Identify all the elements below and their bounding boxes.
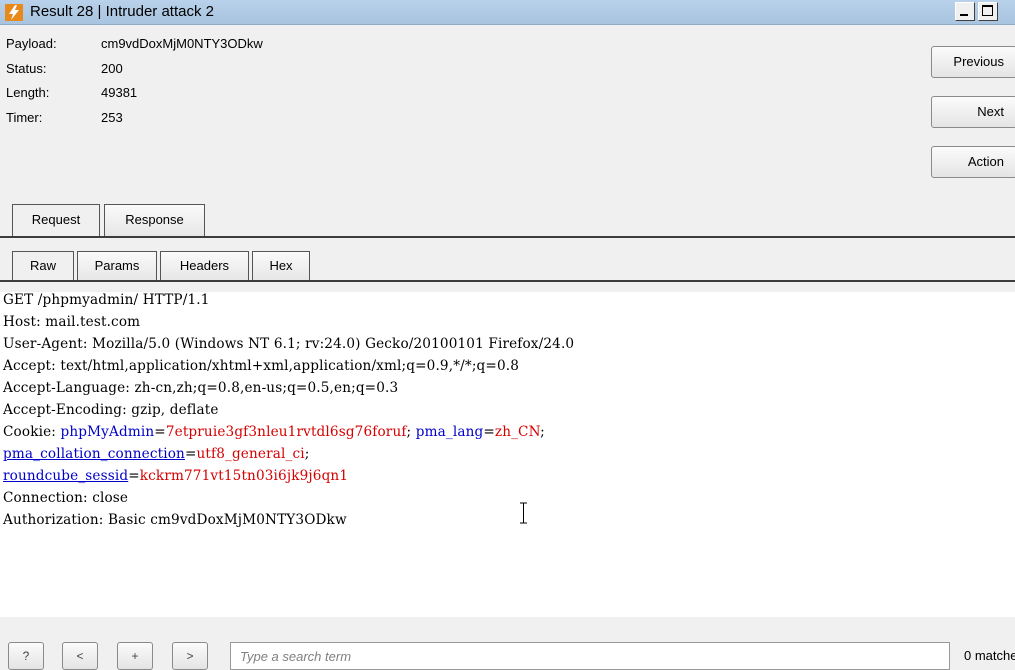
request-line-cookie: Cookie: phpMyAdmin=7etpruie3gf3nleu1rvtd… — [3, 424, 545, 440]
maximize-icon — [982, 5, 993, 16]
timer-value: 253 — [101, 110, 123, 125]
request-line-10: Connection: close — [3, 490, 129, 506]
search-previous-button[interactable]: < — [62, 642, 98, 670]
previous-button[interactable]: Previous — [931, 46, 1015, 78]
tab-response[interactable]: Response — [104, 204, 205, 237]
sub-tab-divider — [0, 280, 1015, 282]
length-value: 49381 — [101, 85, 138, 100]
main-tab-divider — [0, 236, 1015, 238]
request-line-cookie-cont2: roundcube_sessid=kckrm771vt15tn03i6jk9j6… — [3, 468, 349, 484]
cookie-param-name: pma_collation_connection — [3, 446, 185, 462]
tab-params[interactable]: Params — [77, 251, 157, 281]
next-button[interactable]: Next — [931, 96, 1015, 128]
search-add-button[interactable]: + — [117, 642, 153, 670]
help-button[interactable]: ? — [8, 642, 44, 670]
cookie-param-value: 7etpruie3gf3nleu1rvtdl6sg76foruf — [165, 424, 407, 440]
request-line-cookie-cont: pma_collation_connection=utf8_general_ci… — [3, 446, 310, 462]
cookie-param-value: kckrm771vt15tn03i6jk9j6qn1 — [139, 468, 349, 484]
search-input[interactable]: Type a search term — [230, 642, 950, 670]
tab-hex[interactable]: Hex — [252, 251, 310, 281]
title-bar: Result 28 | Intruder attack 2 — [0, 0, 1015, 25]
cookie-prefix: Cookie: — [3, 424, 61, 440]
match-count: 0 matches — [964, 648, 1015, 663]
timer-label: Timer: — [6, 110, 43, 125]
minimize-button[interactable] — [955, 2, 975, 21]
cookie-param-value: zh_CN — [494, 424, 541, 440]
request-line-3: User-Agent: Mozilla/5.0 (Windows NT 6.1;… — [3, 336, 575, 352]
cookie-param-name: phpMyAdmin — [60, 424, 155, 440]
request-line-4: Accept: text/html,application/xhtml+xml,… — [3, 358, 520, 374]
tab-raw[interactable]: Raw — [12, 251, 74, 281]
request-editor[interactable]: GET /phpmyadmin/ HTTP/1.1 Host: mail.tes… — [0, 292, 1015, 617]
status-value: 200 — [101, 61, 123, 76]
minimize-icon — [960, 14, 968, 16]
maximize-button[interactable] — [978, 2, 998, 21]
cookie-param-name: roundcube_sessid — [3, 468, 129, 484]
text-cursor-icon — [520, 502, 527, 524]
payload-value: cm9vdDoxMjM0NTY3ODkw — [101, 36, 263, 51]
burp-lightning-icon — [5, 4, 23, 21]
window-title: Result 28 | Intruder attack 2 — [30, 3, 214, 20]
cookie-param-value: utf8_general_ci — [196, 446, 305, 462]
request-line-11: Authorization: Basic cm9vdDoxMjM0NTY3ODk… — [3, 512, 347, 528]
request-line-2: Host: mail.test.com — [3, 314, 141, 330]
request-line-5: Accept-Language: zh-cn,zh;q=0.8,en-us;q=… — [3, 380, 399, 396]
request-line-1: GET /phpmyadmin/ HTTP/1.1 — [3, 292, 210, 308]
search-next-button[interactable]: > — [172, 642, 208, 670]
request-line-6: Accept-Encoding: gzip, deflate — [3, 402, 219, 418]
status-label: Status: — [6, 61, 47, 76]
tab-headers[interactable]: Headers — [160, 251, 249, 281]
payload-label: Payload: — [6, 36, 57, 51]
tab-request[interactable]: Request — [12, 204, 100, 237]
action-button[interactable]: Action — [931, 146, 1015, 178]
length-label: Length: — [6, 85, 50, 100]
cookie-param-name: pma_lang — [415, 424, 484, 440]
